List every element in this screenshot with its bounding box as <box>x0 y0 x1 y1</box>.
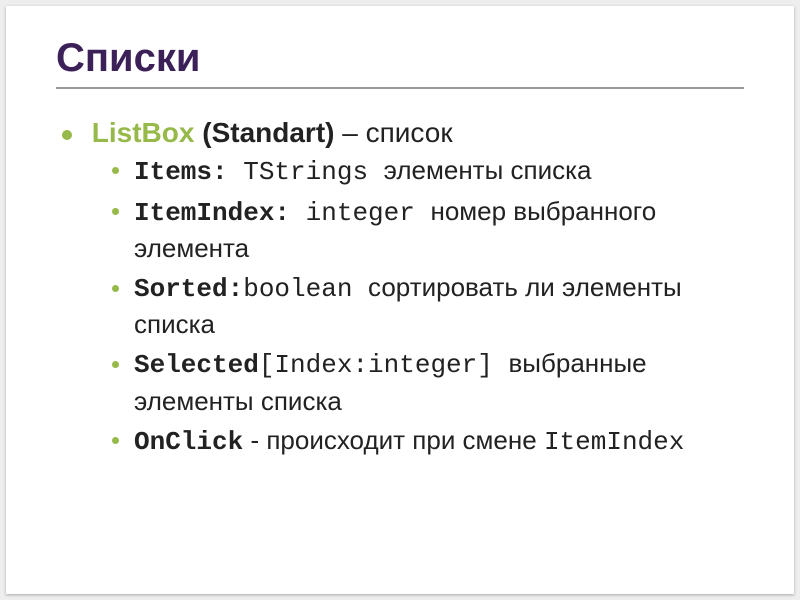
list-item: OnClick - происходит при смене ItemIndex <box>132 423 744 460</box>
prop-name: Sorted: <box>134 274 243 304</box>
prop-type: [Index:integer] <box>259 350 509 380</box>
dash: – <box>342 117 365 148</box>
slide: Списки ListBox (Standart) – список Items… <box>6 6 794 594</box>
component-desc: список <box>366 117 453 148</box>
prop-name: Selected <box>134 350 259 380</box>
list-item: Sorted:boolean сортировать ли элементы с… <box>132 270 744 342</box>
list-item: ItemIndex: integer номер выбранного элем… <box>132 194 744 266</box>
prop-type: integer <box>290 198 430 228</box>
page-title: Списки <box>56 36 744 81</box>
prop-name: OnClick <box>134 427 243 457</box>
main-list: ListBox (Standart) – список Items: TStri… <box>56 117 744 460</box>
list-item: Selected[Index:integer] выбранные элемен… <box>132 346 744 418</box>
prop-name: Items: <box>134 157 228 187</box>
prop-type: boolean <box>243 274 368 304</box>
prop-tail: ItemIndex <box>544 427 684 457</box>
prop-desc: происходит при смене <box>266 425 544 455</box>
list-item: Items: TStrings элементы списка <box>132 153 744 190</box>
title-rule <box>56 87 744 89</box>
prop-name: ItemIndex: <box>134 198 290 228</box>
component-category: (Standart) <box>202 117 334 148</box>
prop-type: TStrings <box>228 157 384 187</box>
props-list: Items: TStrings элементы списка ItemInde… <box>84 153 744 460</box>
prop-desc: элементы списка <box>384 155 592 185</box>
list-item: ListBox (Standart) – список Items: TStri… <box>84 117 744 460</box>
dash: - <box>243 425 266 455</box>
component-name: ListBox <box>92 117 195 148</box>
